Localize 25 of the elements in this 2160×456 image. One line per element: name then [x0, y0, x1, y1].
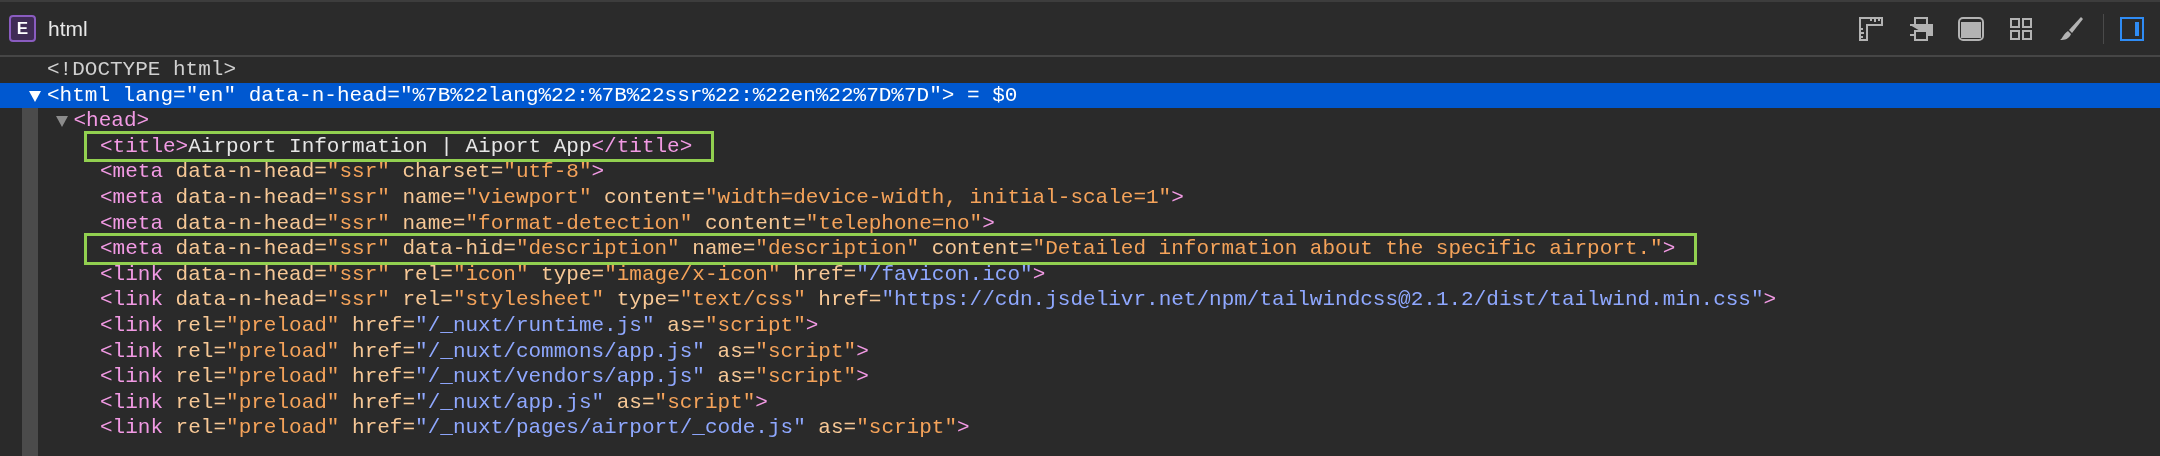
node-title: html: [48, 16, 88, 41]
code-line: <meta data-n-head="ssr" name="format-detection" content="telephone=no">: [100, 211, 995, 235]
sidebar-icon[interactable]: [2118, 14, 2146, 43]
code-line: <link rel="preload" href="/_nuxt/vendors/app.js" as="script">: [100, 365, 869, 389]
code-line: <meta data-n-head="ssr" name="viewport" content="width=device-width, initial-scale=1">: [100, 185, 1184, 209]
code-line: <link rel="preload" href="/_nuxt/pages/airport/_code.js" as="script">: [100, 416, 970, 440]
printer-icon[interactable]: [1907, 14, 1935, 43]
code-line: <head>: [73, 109, 150, 133]
disclosure-triangle-icon[interactable]: [28, 88, 42, 103]
code-line: <html lang="en" data-n-head="%7B%22lang%22:%7B%22ssr%22:%22en%22%7D%7D"> = $0: [47, 83, 1018, 107]
code-line: <link rel="preload" href="/_nuxt/app.js" as="script">: [100, 390, 768, 414]
code-line: <link rel="preload" href="/_nuxt/runtime.js" as="script">: [100, 313, 819, 337]
code-line: <meta data-n-head="ssr" charset="utf-8">: [100, 160, 605, 184]
code-line: <link data-n-head="ssr" rel="icon" type="image/x-icon" href="/favicon.ico">: [100, 262, 1046, 286]
window-icon[interactable]: [1957, 14, 1985, 43]
brush-icon[interactable]: [2057, 14, 2085, 43]
code-line: <link data-n-head="ssr" rel="stylesheet" type="text/css" href="https://cdn.jsdelivr.net/npm/tailwindcss@2.1.2/dist/tailwind.min.css">: [100, 288, 1777, 312]
disclosure-triangle-icon[interactable]: [54, 114, 69, 129]
code-line: <meta data-n-head="ssr" data-hid="description" name="description" content="Detailed information about the specific airport.">: [100, 237, 1676, 261]
code-line: <link rel="preload" href="/_nuxt/commons/app.js" as="script">: [100, 339, 869, 363]
code-line: <!DOCTYPE html>: [47, 58, 237, 81]
selected-node-row[interactable]: <html lang="en" data-n-head="%7B%22lang%22:%7B%22ssr%22:%22en%22%7D%7D"> = $0: [0, 82, 2160, 109]
ruler-icon[interactable]: [1857, 14, 1885, 43]
element-badge: E: [9, 15, 36, 42]
code-line: <title>Airport Information | Aiport App</title>: [100, 134, 693, 158]
